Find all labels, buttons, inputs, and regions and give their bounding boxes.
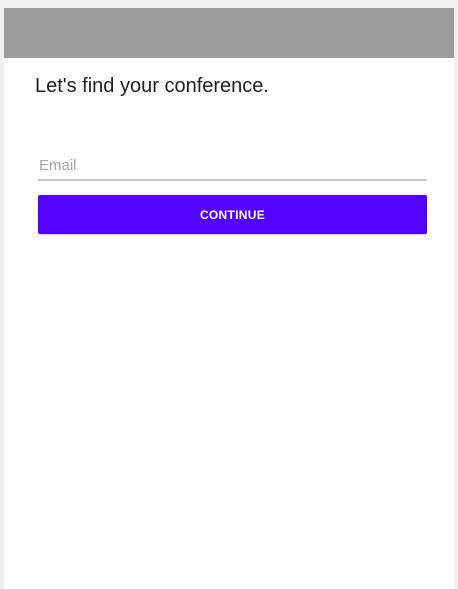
continue-button[interactable]: CONTINUE [38, 195, 427, 234]
app-screen: Let's find your conference. CONTINUE [4, 8, 454, 589]
status-bar [4, 8, 454, 58]
email-field[interactable] [38, 154, 427, 181]
page-title: Let's find your conference. [35, 75, 269, 97]
